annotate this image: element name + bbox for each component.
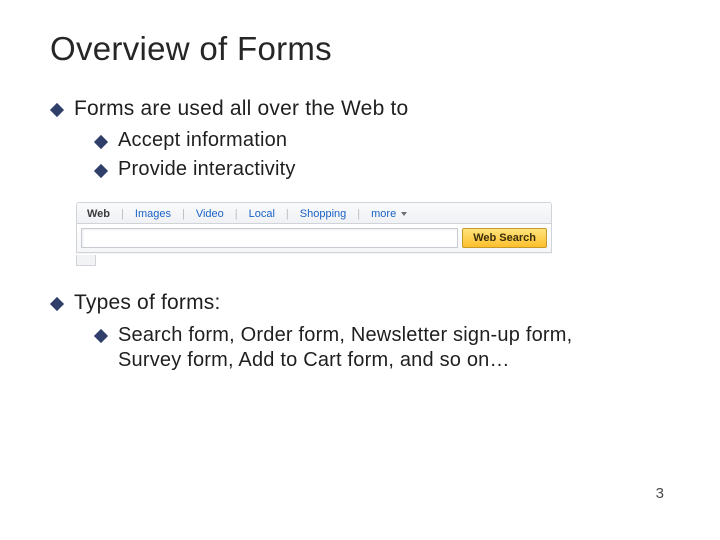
tab-images[interactable]: Images xyxy=(135,208,171,220)
bullet-text: Types of forms: xyxy=(74,291,221,314)
bullet-accept-info: Accept information xyxy=(96,128,670,153)
slide-title: Overview of Forms xyxy=(50,30,670,68)
bullet-diamond-icon xyxy=(50,103,64,117)
search-toolbar: Web | Images | Video | Local | Shopping … xyxy=(76,202,552,253)
bullet-text: Search form, Order form, Newsletter sign… xyxy=(118,324,572,371)
search-toolbar-illustration: Web | Images | Video | Local | Shopping … xyxy=(76,202,552,266)
bullet-list-level-1: Types of forms: Search form, Order form,… xyxy=(52,290,670,372)
bullet-provide-interactivity: Provide interactivity xyxy=(96,157,670,182)
search-tabs: Web | Images | Video | Local | Shopping … xyxy=(77,203,551,224)
bullet-forms-used: Forms are used all over the Web to Accep… xyxy=(52,96,670,182)
tab-video[interactable]: Video xyxy=(196,208,224,220)
tab-web[interactable]: Web xyxy=(87,208,110,220)
web-search-button-label: Web Search xyxy=(473,232,536,244)
tab-separator: | xyxy=(357,208,360,220)
tab-more[interactable]: more xyxy=(371,208,407,220)
bullet-diamond-icon xyxy=(94,329,108,343)
tab-separator: | xyxy=(235,208,238,220)
bullet-types-examples: Search form, Order form, Newsletter sign… xyxy=(96,323,578,373)
slide: Overview of Forms Forms are used all ove… xyxy=(0,0,720,540)
bullet-list-level-2: Search form, Order form, Newsletter sign… xyxy=(96,323,670,373)
chevron-down-icon xyxy=(401,212,407,216)
bullet-list-level-2: Accept information Provide interactivity xyxy=(96,128,670,182)
bullet-text: Forms are used all over the Web to xyxy=(74,97,408,120)
tab-shopping[interactable]: Shopping xyxy=(300,208,347,220)
tab-local[interactable]: Local xyxy=(249,208,275,220)
web-search-button[interactable]: Web Search xyxy=(462,228,547,248)
bullet-list-level-1: Forms are used all over the Web to Accep… xyxy=(52,96,670,182)
tab-more-label: more xyxy=(371,208,396,220)
bullet-text: Provide interactivity xyxy=(118,158,296,180)
search-input[interactable] xyxy=(81,228,458,248)
tab-separator: | xyxy=(286,208,289,220)
tab-separator: | xyxy=(182,208,185,220)
scrollbar-stub xyxy=(76,255,96,266)
page-number: 3 xyxy=(656,485,664,502)
bullet-diamond-icon xyxy=(50,297,64,311)
bullet-diamond-icon xyxy=(94,164,108,178)
bullet-diamond-icon xyxy=(94,135,108,149)
search-row: Web Search xyxy=(77,224,551,252)
tab-separator: | xyxy=(121,208,124,220)
bullet-text: Accept information xyxy=(118,129,287,151)
bullet-types-of-forms: Types of forms: Search form, Order form,… xyxy=(52,290,670,372)
